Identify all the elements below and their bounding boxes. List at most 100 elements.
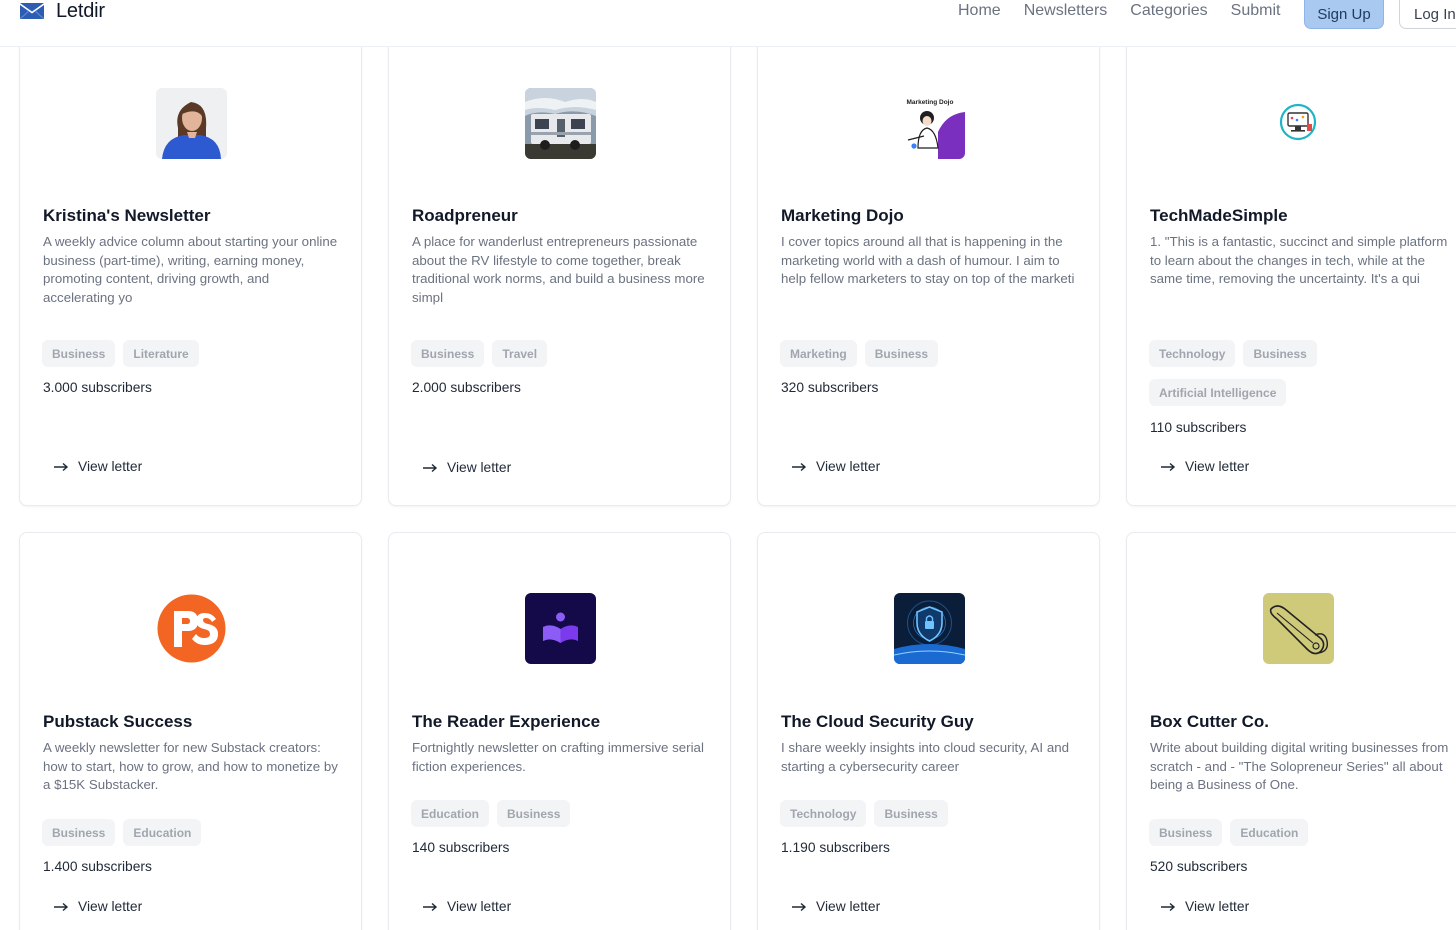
tag[interactable]: Literature xyxy=(123,340,199,367)
tag-list: Business Education xyxy=(42,819,342,846)
newsletter-card: Pubstack Success A weekly newsletter for… xyxy=(19,532,362,930)
tag[interactable]: Technology xyxy=(1149,340,1236,367)
tag[interactable]: Business xyxy=(497,800,571,827)
tag[interactable]: Education xyxy=(123,819,202,846)
newsletter-card: ····· TechMadeSimple 1. "This is a fanta… xyxy=(1126,40,1456,506)
card-title[interactable]: The Reader Experience xyxy=(412,712,600,732)
arrow-right-icon xyxy=(54,902,69,911)
card-title[interactable]: The Cloud Security Guy xyxy=(781,712,974,732)
card-description: Fortnightly newsletter on crafting immer… xyxy=(412,740,704,774)
tag[interactable]: Business xyxy=(411,340,485,367)
tag-list: Technology Business Artificial Intellige… xyxy=(1149,340,1449,406)
view-letter-link[interactable]: View letter xyxy=(422,460,511,475)
tag[interactable]: Business xyxy=(42,819,116,846)
subscriber-count: 2.000 subscribers xyxy=(412,380,521,395)
reader-book-icon xyxy=(525,593,596,664)
newsletter-card: Kristina's Newsletter A weekly advice co… xyxy=(19,40,362,506)
arrow-right-icon xyxy=(1161,462,1176,471)
newsletter-card: Roadpreneur A place for wanderlust entre… xyxy=(388,40,731,506)
rv-photo-icon xyxy=(525,88,596,159)
view-letter-label: View letter xyxy=(816,899,881,914)
card-description: I share weekly insights into cloud secur… xyxy=(781,740,1069,774)
view-letter-label: View letter xyxy=(816,459,881,474)
subscriber-count: 110 subscribers xyxy=(1150,420,1247,435)
newsletter-card: The Reader Experience Fortnightly newsle… xyxy=(388,532,731,930)
tag[interactable]: Business xyxy=(1243,340,1317,367)
tag[interactable]: Marketing xyxy=(780,340,857,367)
subscriber-count: 320 subscribers xyxy=(781,380,879,395)
card-description: Write about building digital writing bus… xyxy=(1150,740,1449,793)
tag[interactable]: Education xyxy=(411,800,490,827)
tag[interactable]: Business xyxy=(1149,819,1223,846)
brand[interactable]: Letdir xyxy=(20,0,105,22)
newsletter-card: Box Cutter Co. Write about building digi… xyxy=(1126,532,1456,930)
tag[interactable]: Education xyxy=(1230,819,1309,846)
arrow-right-icon xyxy=(1161,902,1176,911)
view-letter-link[interactable]: View letter xyxy=(53,459,142,474)
view-letter-link[interactable]: View letter xyxy=(791,899,880,914)
view-letter-label: View letter xyxy=(447,899,512,914)
tag-list: Business Travel xyxy=(411,340,711,367)
card-description: A weekly newsletter for new Substack cre… xyxy=(43,740,338,793)
newsletter-card: Marketing Dojo Marketing Dojo I cover to… xyxy=(757,40,1100,506)
card-description: I cover topics around all that is happen… xyxy=(781,234,1075,287)
card-title[interactable]: Marketing Dojo xyxy=(781,206,904,226)
view-letter-link[interactable]: View letter xyxy=(791,459,880,474)
tag[interactable]: Business xyxy=(42,340,116,367)
subscriber-count: 3.000 subscribers xyxy=(43,380,152,395)
view-letter-label: View letter xyxy=(1185,899,1250,914)
arrow-right-icon xyxy=(54,462,69,471)
svg-text:·····: ····· xyxy=(1296,141,1301,145)
view-letter-label: View letter xyxy=(78,899,143,914)
logo-wordmark: Marketing Dojo xyxy=(907,99,954,106)
security-shield-icon xyxy=(894,593,965,664)
view-letter-label: View letter xyxy=(1185,459,1250,474)
nav-newsletters[interactable]: Newsletters xyxy=(1024,2,1108,20)
box-cutter-icon xyxy=(1263,593,1334,664)
view-letter-link[interactable]: View letter xyxy=(1160,899,1249,914)
subscriber-count: 1.400 subscribers xyxy=(43,859,152,874)
card-description: 1. "This is a fantastic, succinct and si… xyxy=(1150,234,1448,287)
card-title[interactable]: Pubstack Success xyxy=(43,712,192,732)
tag[interactable]: Business xyxy=(864,340,939,367)
card-title[interactable]: Box Cutter Co. xyxy=(1150,712,1269,732)
top-navbar: Letdir Home Newsletters Categories Submi… xyxy=(0,0,1456,47)
tag[interactable]: Technology xyxy=(780,800,867,827)
card-title[interactable]: Roadpreneur xyxy=(412,206,518,226)
portrait-icon xyxy=(156,88,227,159)
nav-submit[interactable]: Submit xyxy=(1231,2,1281,20)
marketing-dojo-logo: Marketing Dojo xyxy=(894,88,965,159)
arrow-right-icon xyxy=(423,902,438,911)
card-description: A weekly advice column about starting yo… xyxy=(43,234,338,306)
nav-home[interactable]: Home xyxy=(958,2,1001,20)
view-letter-link[interactable]: View letter xyxy=(1160,459,1249,474)
brand-name: Letdir xyxy=(56,0,105,22)
view-letter-link[interactable]: View letter xyxy=(422,899,511,914)
sign-up-button[interactable]: Sign Up xyxy=(1304,0,1384,29)
tag-list: Business Literature xyxy=(42,340,342,367)
tag-list: Marketing Business xyxy=(780,340,1080,367)
subscriber-count: 520 subscribers xyxy=(1150,859,1248,874)
tag[interactable]: Artificial Intelligence xyxy=(1149,379,1287,406)
arrow-right-icon xyxy=(792,462,807,471)
card-description: A place for wanderlust entrepreneurs pas… xyxy=(412,234,705,306)
tag-list: Technology Business xyxy=(780,800,1080,827)
card-title[interactable]: TechMadeSimple xyxy=(1150,206,1288,226)
arrow-right-icon xyxy=(792,902,807,911)
view-letter-link[interactable]: View letter xyxy=(53,899,142,914)
card-title[interactable]: Kristina's Newsletter xyxy=(43,206,211,226)
arrow-right-icon xyxy=(423,463,438,472)
tag[interactable]: Business xyxy=(874,800,948,827)
newsletter-card: The Cloud Security Guy I share weekly in… xyxy=(757,532,1100,930)
tag[interactable]: Travel xyxy=(492,340,548,367)
computer-badge-icon: ····· xyxy=(1263,88,1334,159)
subscriber-count: 1.190 subscribers xyxy=(781,840,890,855)
view-letter-label: View letter xyxy=(78,459,143,474)
tag-list: Education Business xyxy=(411,800,711,827)
subscriber-count: 140 subscribers xyxy=(412,840,510,855)
envelope-logo-icon xyxy=(20,3,44,19)
tag-list: Business Education xyxy=(1149,819,1449,846)
main-nav: Home Newsletters Categories Submit xyxy=(958,0,1280,22)
log-in-button[interactable]: Log In xyxy=(1399,0,1456,29)
nav-categories[interactable]: Categories xyxy=(1130,2,1207,20)
